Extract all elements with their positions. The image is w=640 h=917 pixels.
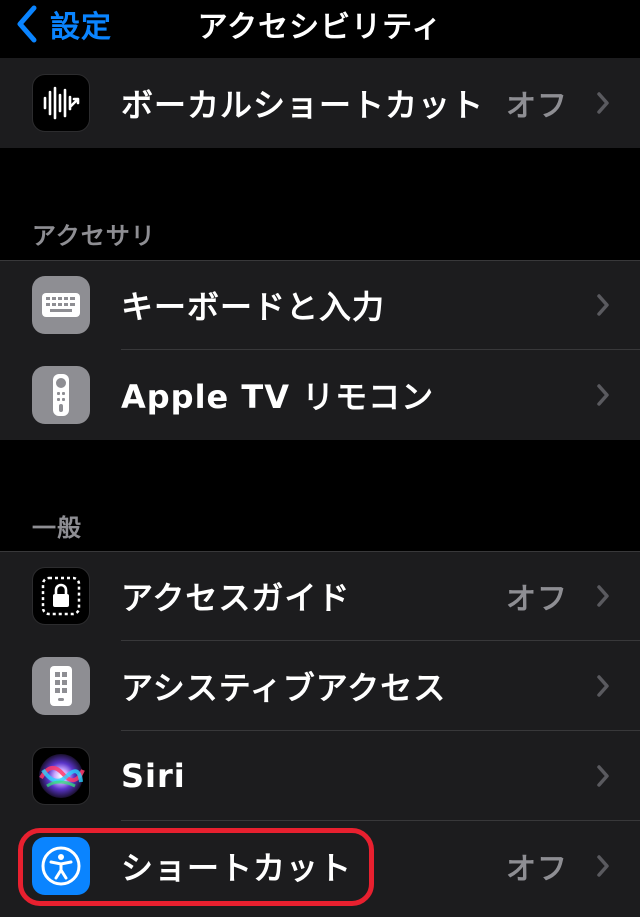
row-value: オフ [506, 852, 568, 887]
waveform-icon [32, 74, 90, 132]
assistive-access-icon [32, 657, 90, 715]
lock-guided-access-icon [32, 567, 90, 625]
siri-icon [32, 747, 90, 805]
row-guided-access[interactable]: アクセスガイド オフ [0, 551, 640, 641]
row-label: アクセスガイド [121, 579, 351, 617]
row-value: オフ [506, 582, 568, 617]
group-accessories: キーボードと入力 Apple TV リモコン [0, 260, 640, 440]
row-assistive-access[interactable]: アシスティブアクセス [0, 641, 640, 731]
section-header-accessories: アクセサリ [32, 222, 156, 250]
section-header-general: 一般 [32, 514, 82, 542]
row-label: Siri [121, 757, 186, 795]
row-label: アシスティブアクセス [121, 669, 447, 707]
chevron-right-icon [597, 855, 609, 877]
chevron-right-icon [597, 765, 609, 787]
chevron-right-icon [597, 294, 609, 316]
navigation-bar: 設定 アクセシビリティ [0, 0, 640, 56]
row-label: キーボードと入力 [121, 288, 386, 326]
chevron-right-icon [597, 675, 609, 697]
row-keyboard-input[interactable]: キーボードと入力 [0, 260, 640, 350]
row-siri[interactable]: Siri [0, 731, 640, 821]
chevron-right-icon [597, 585, 609, 607]
row-vocal-shortcuts[interactable]: ボーカルショートカット オフ [0, 58, 640, 148]
row-value: オフ [506, 89, 568, 124]
page-title: アクセシビリティ [197, 10, 443, 45]
row-apple-tv-remote[interactable]: Apple TV リモコン [0, 350, 640, 440]
remote-icon [32, 366, 90, 424]
chevron-right-icon [597, 384, 609, 406]
highlight-ring [18, 828, 374, 906]
keyboard-icon [32, 276, 90, 334]
row-label: Apple TV リモコン [121, 378, 435, 416]
chevron-right-icon [597, 92, 609, 114]
group-vocal: ボーカルショートカット オフ [0, 58, 640, 148]
row-label: ボーカルショートカット [121, 86, 485, 124]
